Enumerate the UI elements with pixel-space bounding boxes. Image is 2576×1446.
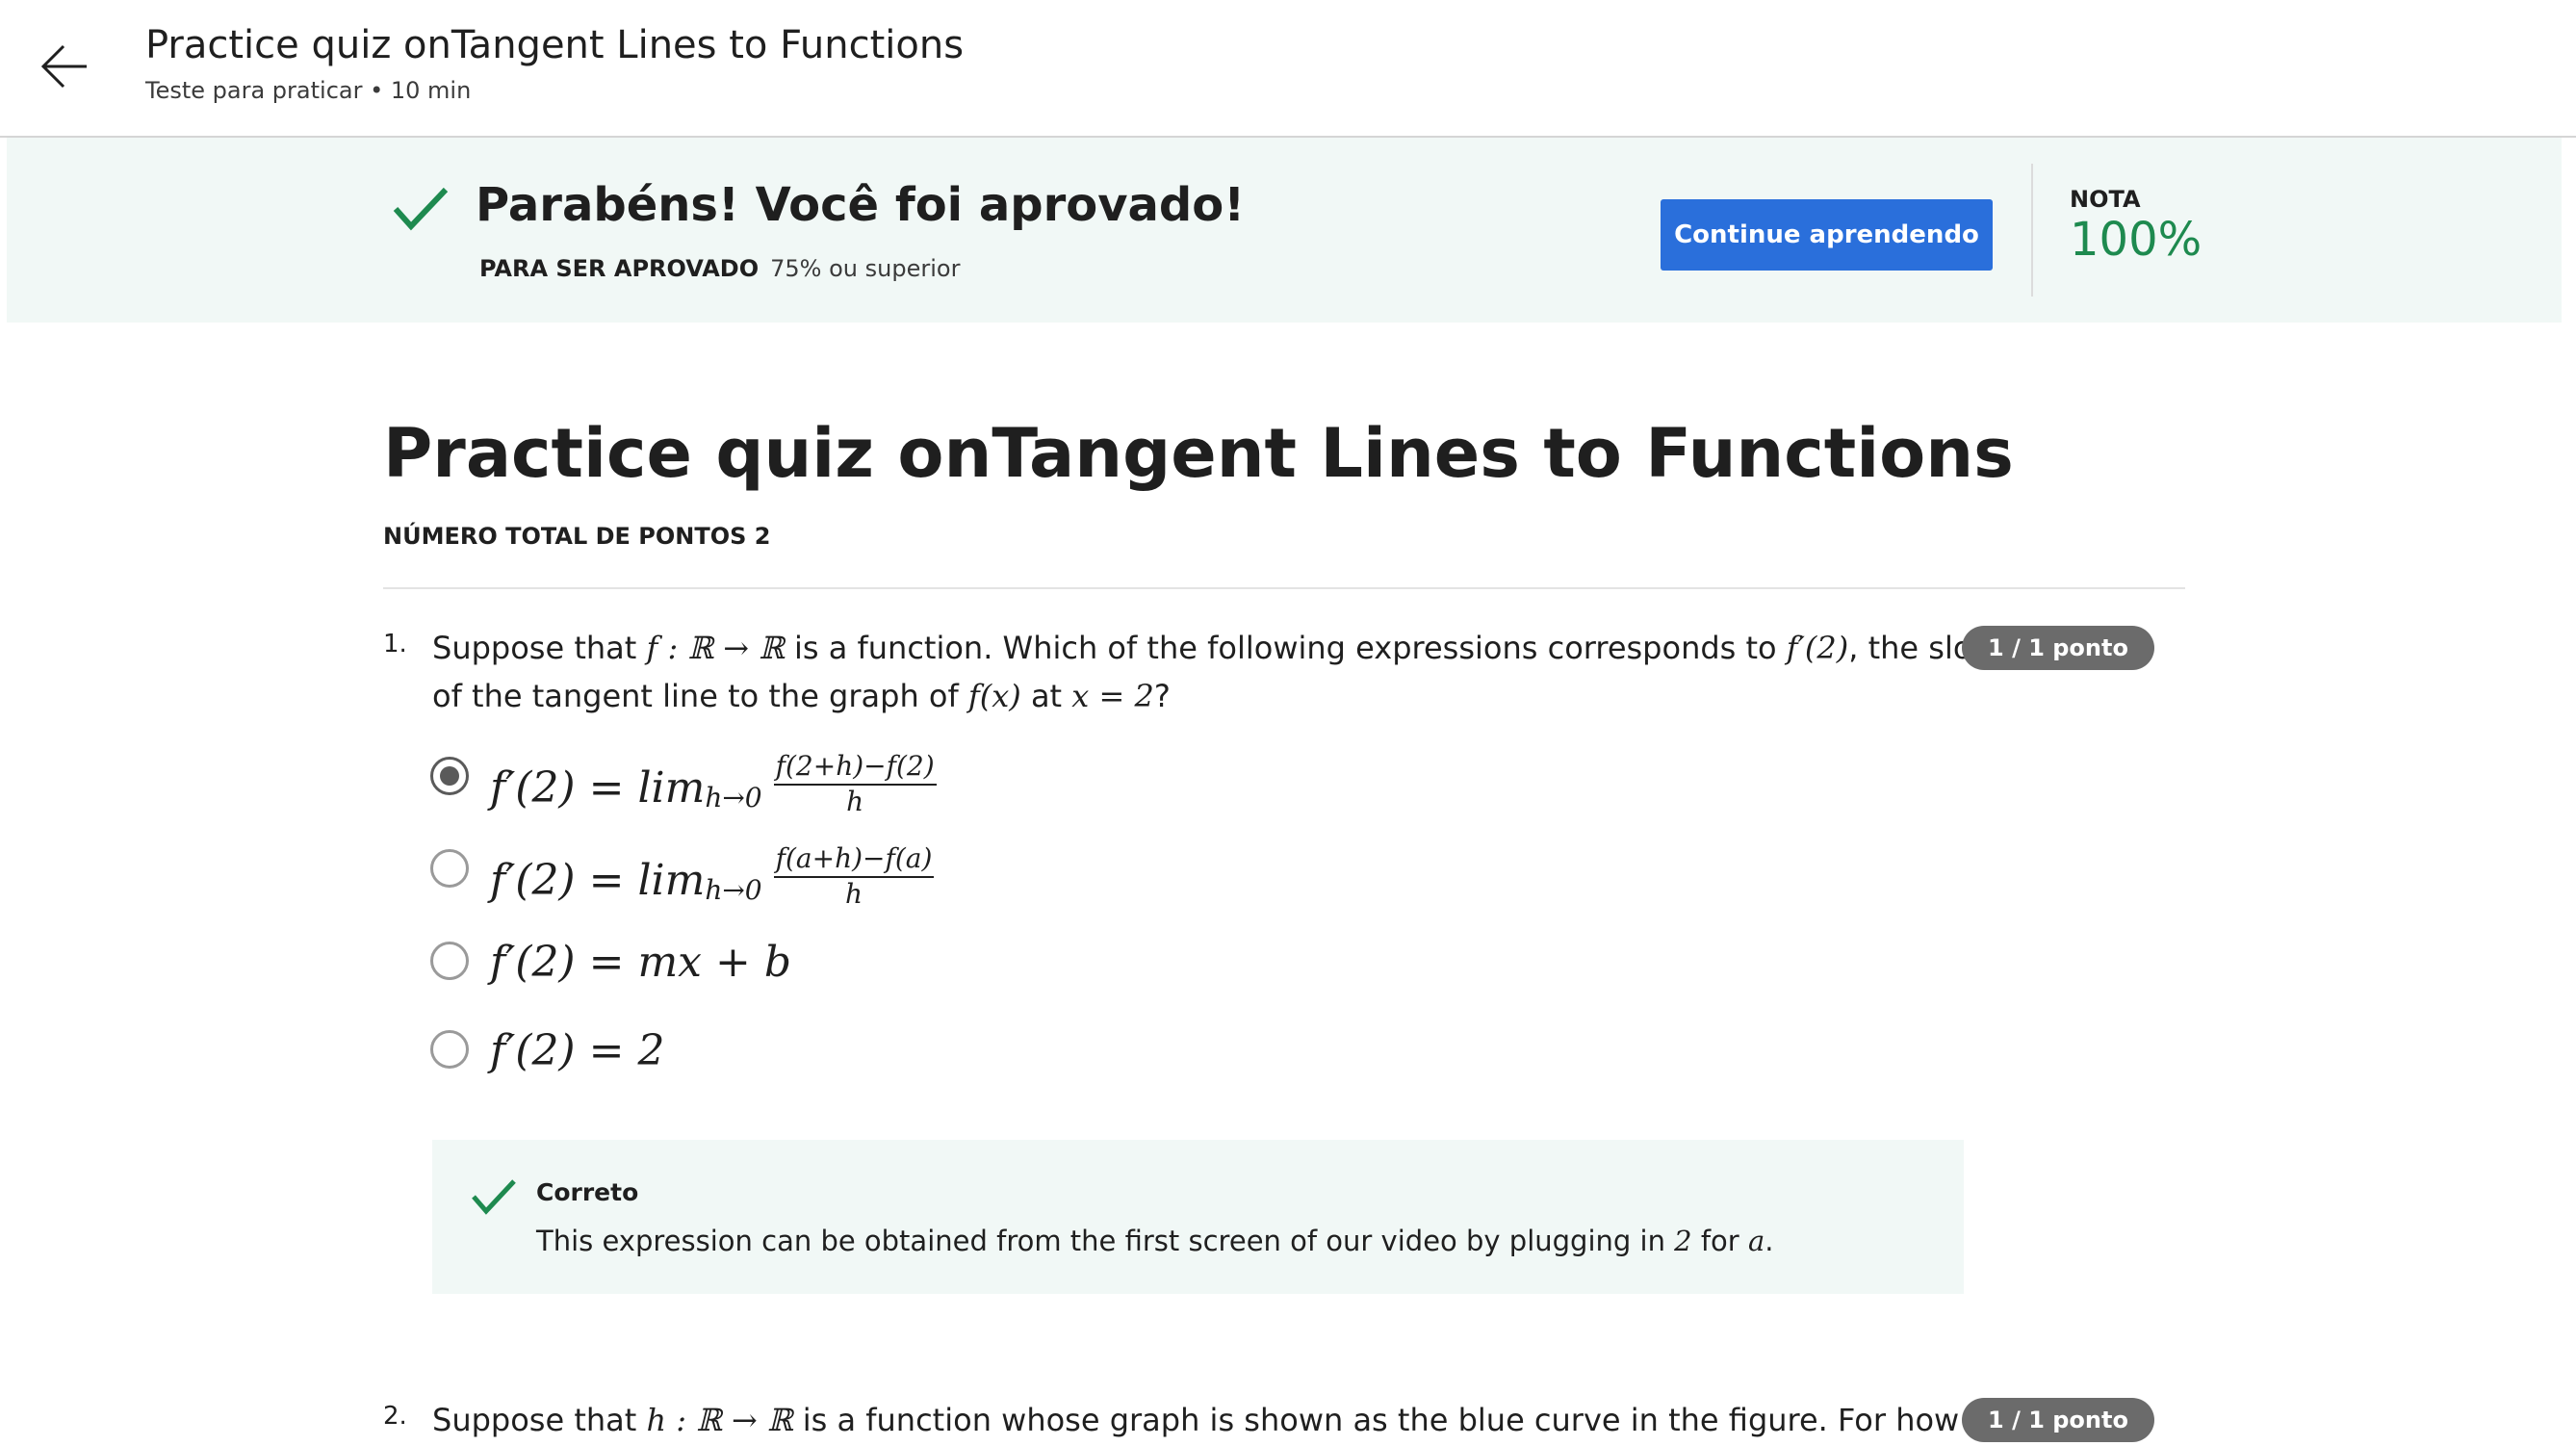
option-label: f′(2) = 2 xyxy=(490,1026,665,1075)
divider xyxy=(2031,164,2033,297)
question-text: Suppose that h : ℝ → ℝ is a function who… xyxy=(432,1402,2056,1438)
answer-option[interactable]: f′(2) = 2 xyxy=(430,1026,1585,1107)
header-subtitle: Teste para praticar • 10 min xyxy=(145,77,472,104)
pass-requirement: PARA SER APROVADO 75% ou superior xyxy=(479,255,960,282)
feedback-title: Correto xyxy=(536,1178,639,1206)
pass-requirement-value: 75% ou superior xyxy=(770,255,961,282)
total-points: NÚMERO TOTAL DE PONTOS 2 xyxy=(383,523,771,550)
question-number: 1. xyxy=(383,630,407,658)
header-title: Practice quiz onTangent Lines to Functio… xyxy=(145,23,965,67)
grade-value: 100% xyxy=(2070,213,2202,267)
pass-message: Parabéns! Você foi aprovado! xyxy=(476,178,1246,232)
radio-button[interactable] xyxy=(430,1030,469,1069)
back-arrow-icon[interactable] xyxy=(37,35,94,98)
check-icon xyxy=(393,187,449,231)
radio-selected[interactable] xyxy=(430,757,469,795)
result-banner: Parabéns! Você foi aprovado! PARA SER AP… xyxy=(7,138,2562,323)
pass-requirement-label: PARA SER APROVADO xyxy=(479,255,760,282)
answer-option[interactable]: f′(2) = mx + b xyxy=(430,938,1585,1019)
option-label: f′(2) = lim h→0 f(a+h)−f(a) h xyxy=(490,842,935,910)
question-text: Suppose that f : ℝ → ℝ is a function. Wh… xyxy=(432,630,2011,714)
points-badge: 1 / 1 ponto xyxy=(1962,626,2154,670)
answer-option[interactable]: f′(2) = lim h→0 f(2+h)−f(2) h xyxy=(430,750,1585,834)
points-badge: 1 / 1 ponto xyxy=(1962,1398,2154,1442)
option-label: f′(2) = lim h→0 f(2+h)−f(2) h xyxy=(490,750,937,817)
top-header: Practice quiz onTangent Lines to Functio… xyxy=(0,0,2576,138)
quiz-title: Practice quiz onTangent Lines to Functio… xyxy=(383,414,2014,493)
question-number: 2. xyxy=(383,1402,407,1431)
grade-label: NOTA xyxy=(2070,186,2141,213)
radio-button[interactable] xyxy=(430,942,469,980)
continue-learning-button[interactable]: Continue aprendendo xyxy=(1661,199,1993,271)
radio-button[interactable] xyxy=(430,849,469,888)
check-icon xyxy=(472,1179,516,1215)
divider xyxy=(383,587,2185,589)
answer-feedback: Correto This expression can be obtained … xyxy=(432,1140,1964,1294)
feedback-text: This expression can be obtained from the… xyxy=(536,1225,1774,1257)
option-label: f′(2) = mx + b xyxy=(490,938,791,987)
answer-option[interactable]: f′(2) = lim h→0 f(a+h)−f(a) h xyxy=(430,842,1585,926)
